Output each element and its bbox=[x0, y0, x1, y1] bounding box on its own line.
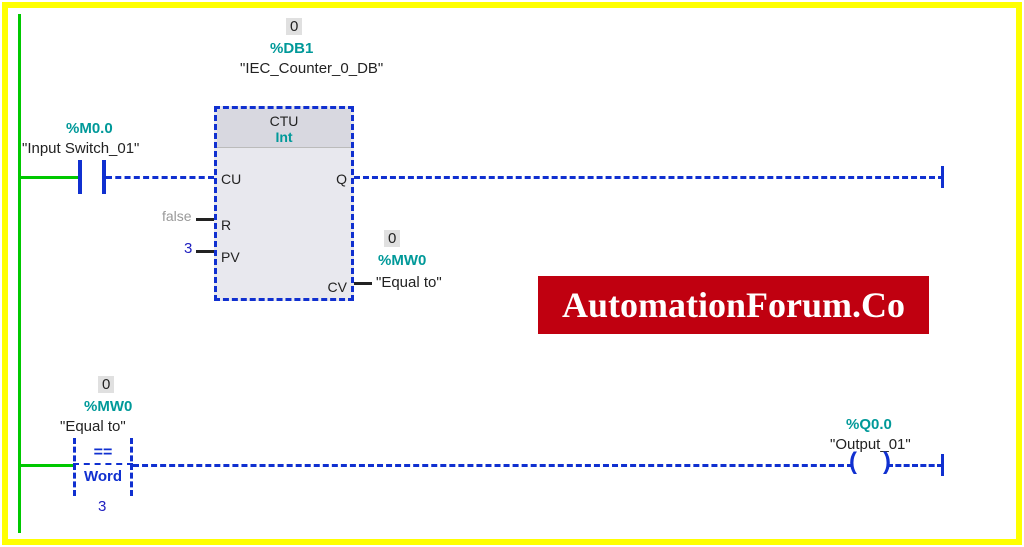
pin-r: R bbox=[221, 217, 231, 233]
output-name: "Output_01" bbox=[830, 436, 911, 453]
stub-pv bbox=[196, 250, 214, 253]
contact-no[interactable] bbox=[78, 160, 106, 194]
stub-r bbox=[196, 218, 214, 221]
output-coil[interactable]: ( ) bbox=[853, 452, 887, 480]
counter-instance-db: %DB1 bbox=[270, 40, 313, 57]
stub-cv bbox=[354, 282, 372, 285]
output-address: %Q0.0 bbox=[846, 416, 892, 433]
counter-datatype: Int bbox=[217, 129, 351, 145]
wire-cmp-to-coil bbox=[133, 464, 853, 467]
wire-contact-to-cu bbox=[106, 176, 214, 179]
ladder-canvas: %M0.0 "Input Switch_01" 0 %DB1 "IEC_Coun… bbox=[8, 8, 1016, 539]
pin-q: Q bbox=[336, 171, 347, 187]
cv-address: %MW0 bbox=[378, 252, 426, 269]
cmp-address: %MW0 bbox=[84, 398, 132, 415]
counter-block[interactable]: CTU Int CU Q R PV CV bbox=[214, 106, 354, 301]
counter-instance-name: "IEC_Counter_0_DB" bbox=[240, 60, 360, 78]
cv-name: "Equal to" bbox=[376, 274, 442, 291]
pin-cv: CV bbox=[328, 279, 347, 295]
cmp-datatype: Word bbox=[73, 468, 133, 485]
r-value: false bbox=[162, 208, 192, 224]
counter-instance-value: 0 bbox=[286, 18, 302, 35]
watermark: AutomationForum.Co bbox=[538, 276, 929, 334]
pin-pv: PV bbox=[221, 249, 240, 265]
wire-end-tick-2 bbox=[941, 454, 944, 476]
counter-type: CTU bbox=[217, 113, 351, 129]
input-address: %M0.0 bbox=[66, 120, 113, 137]
cmp-value: 0 bbox=[98, 376, 114, 393]
counter-header: CTU Int bbox=[217, 109, 351, 148]
input-name: "Input Switch_01" bbox=[22, 140, 139, 157]
cmp-operand2: 3 bbox=[98, 498, 106, 515]
wire-rail-to-contact bbox=[21, 176, 78, 179]
pin-cu: CU bbox=[221, 171, 241, 187]
diagram-frame: %M0.0 "Input Switch_01" 0 %DB1 "IEC_Coun… bbox=[2, 2, 1022, 545]
wire-q-end-tick bbox=[941, 166, 944, 188]
cv-value: 0 bbox=[384, 230, 400, 247]
cmp-name: "Equal to" bbox=[60, 418, 126, 435]
wire-rail-to-cmp bbox=[21, 464, 73, 467]
pv-value: 3 bbox=[184, 240, 192, 257]
cmp-op: == bbox=[73, 444, 133, 462]
wire-coil-to-end bbox=[887, 464, 943, 467]
wire-q-out bbox=[354, 176, 944, 179]
